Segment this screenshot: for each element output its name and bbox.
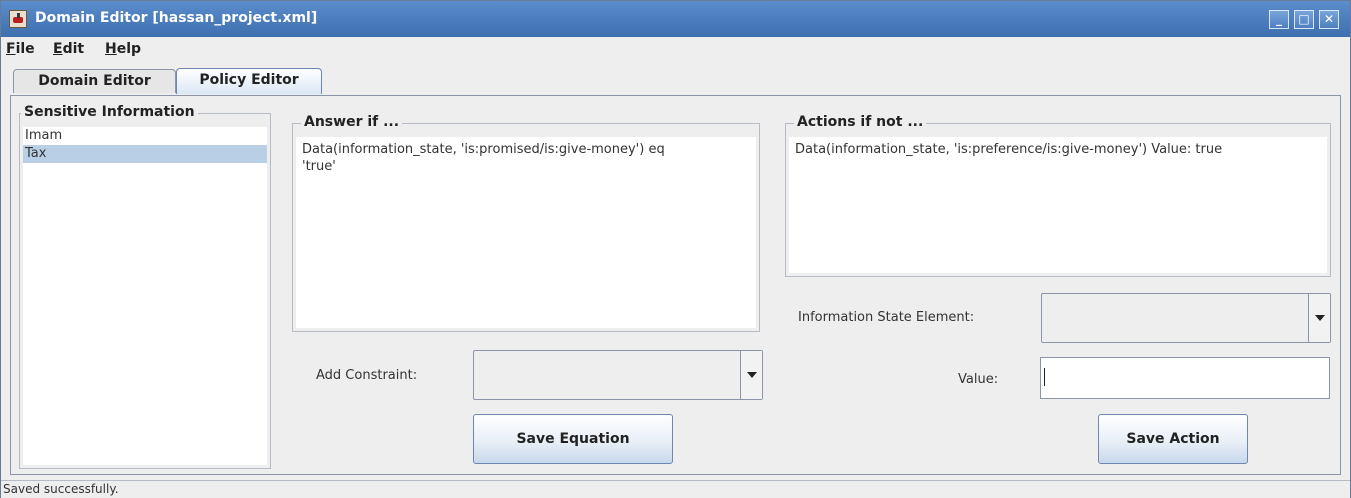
app-icon	[9, 10, 27, 28]
information-state-element-combo[interactable]	[1041, 293, 1331, 343]
status-bar: Saved successfully.	[1, 480, 1350, 498]
title-bar[interactable]: Domain Editor [hassan_project.xml] _ □ ✕	[1, 1, 1350, 37]
actions-if-not-group: Actions if not ... Data(information_stat…	[785, 114, 1331, 277]
add-constraint-label: Add Constraint:	[316, 368, 418, 383]
text-caret	[1044, 368, 1045, 386]
menu-edit[interactable]: Edit	[53, 41, 84, 57]
value-label: Value:	[958, 372, 999, 387]
actions-if-not-title: Actions if not ...	[794, 114, 927, 130]
sensitive-information-title: Sensitive Information	[21, 104, 198, 120]
actions-if-not-textarea[interactable]: Data(information_state, 'is:preference/i…	[789, 137, 1327, 273]
minimize-button[interactable]: _	[1269, 10, 1289, 29]
answer-if-group: Answer if ... Data(information_state, 'i…	[292, 114, 760, 332]
close-button[interactable]: ✕	[1319, 10, 1339, 29]
status-message: Saved successfully.	[3, 482, 119, 496]
list-item-tax[interactable]: Tax	[23, 145, 267, 163]
answer-if-title: Answer if ...	[301, 114, 403, 130]
answer-if-textarea[interactable]: Data(information_state, 'is:promised/is:…	[296, 137, 756, 328]
tab-domain-editor[interactable]: Domain Editor	[13, 69, 176, 93]
sensitive-information-list[interactable]: Imam Tax	[23, 127, 267, 465]
menu-help[interactable]: Help	[105, 41, 141, 57]
sensitive-information-group: Sensitive Information Imam Tax	[19, 104, 271, 469]
save-equation-button[interactable]: Save Equation	[473, 414, 673, 464]
menu-file[interactable]: File	[6, 41, 35, 57]
menu-help-mnemonic: H	[105, 41, 117, 57]
menu-edit-mnemonic: E	[53, 41, 63, 57]
tab-policy-editor[interactable]: Policy Editor	[176, 68, 322, 94]
chevron-down-icon[interactable]	[740, 351, 762, 399]
app-window: Domain Editor [hassan_project.xml] _ □ ✕…	[0, 0, 1351, 498]
save-action-button[interactable]: Save Action	[1098, 414, 1248, 464]
window-title: Domain Editor [hassan_project.xml]	[35, 10, 318, 26]
menu-bar: File Edit Help	[1, 37, 1350, 61]
value-input[interactable]	[1040, 357, 1330, 399]
menu-file-rest: ile	[15, 41, 35, 57]
list-item-imam[interactable]: Imam	[23, 127, 267, 145]
policy-editor-panel: Sensitive Information Imam Tax Answer if…	[10, 95, 1341, 475]
information-state-element-label: Information State Element:	[798, 310, 975, 325]
menu-edit-rest: dit	[62, 41, 85, 57]
chevron-down-icon[interactable]	[1308, 294, 1330, 342]
maximize-button[interactable]: □	[1294, 10, 1314, 29]
add-constraint-combo[interactable]	[473, 350, 763, 400]
menu-help-rest: elp	[116, 41, 142, 57]
menu-file-mnemonic: F	[6, 41, 16, 57]
